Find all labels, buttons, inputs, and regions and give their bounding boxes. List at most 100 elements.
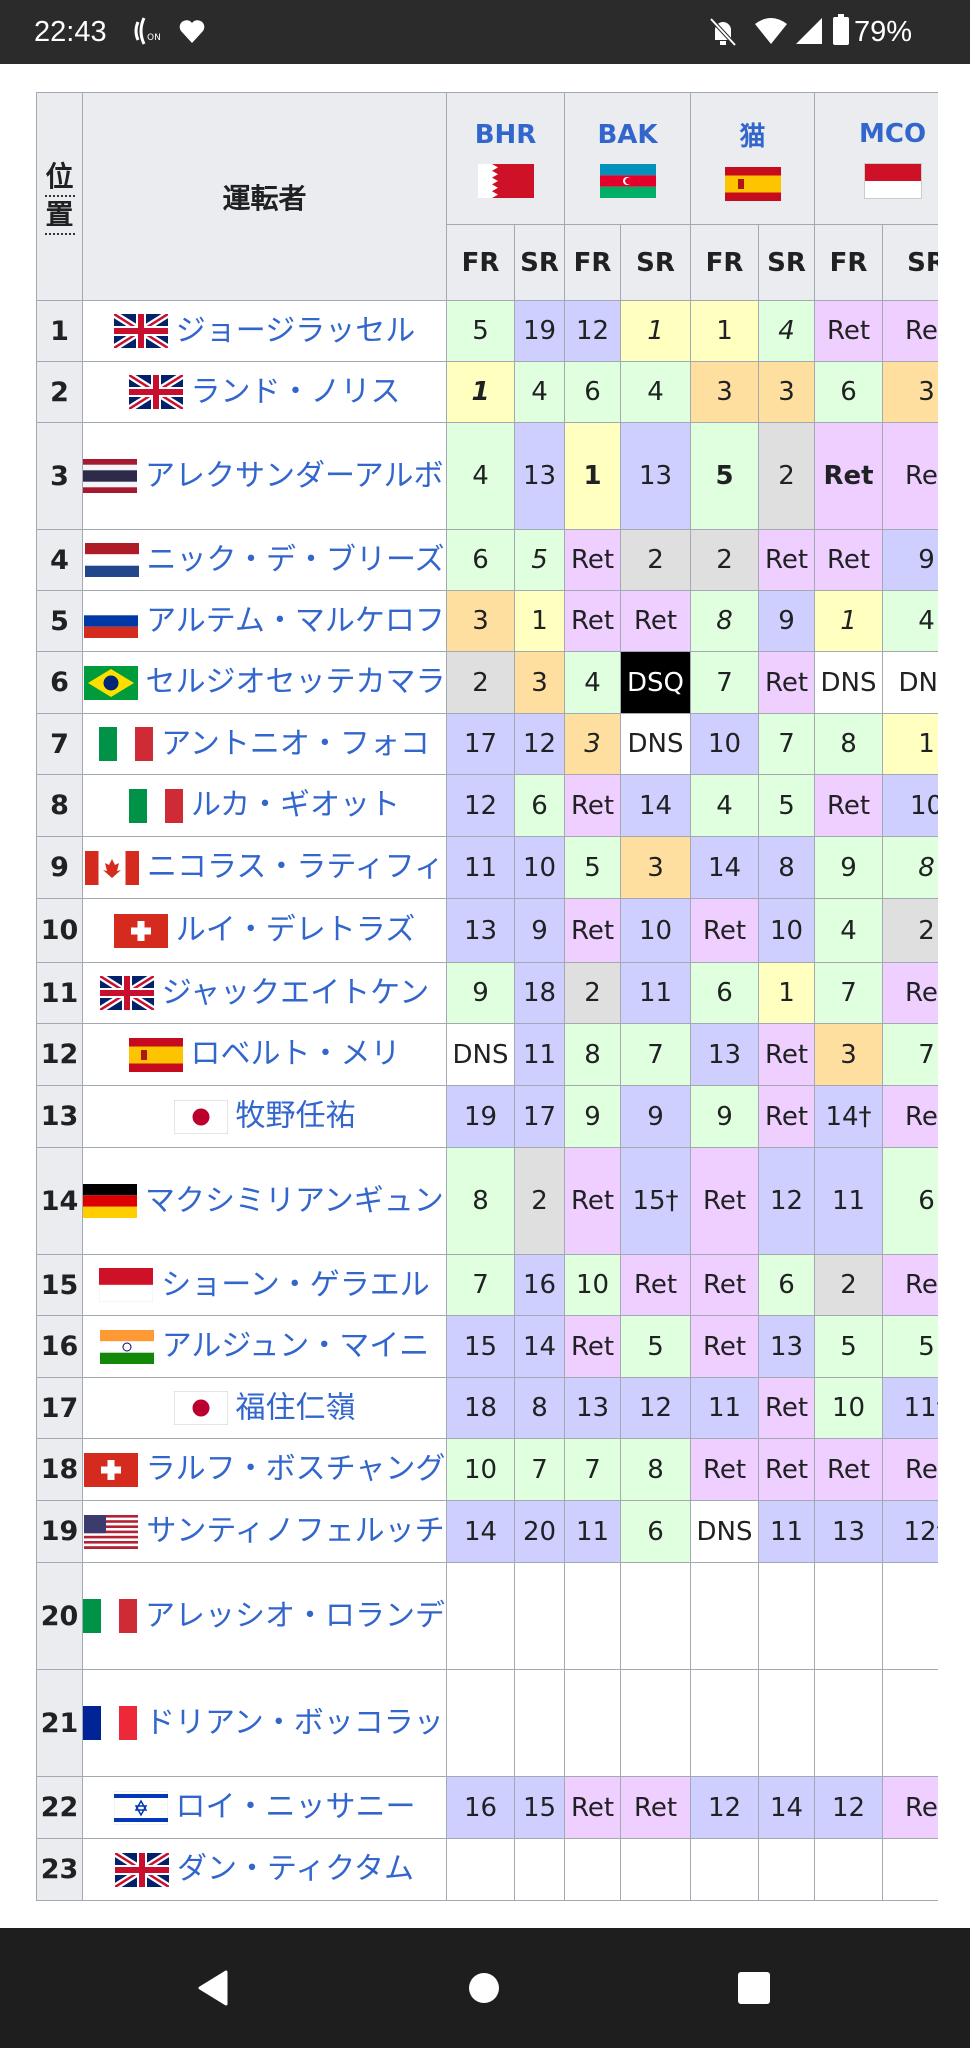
- round-header-spain[interactable]: 猫: [690, 92, 816, 225]
- uk-flag-icon[interactable]: [115, 1852, 169, 1887]
- italy-flag-icon[interactable]: [128, 788, 183, 823]
- result-cell: 9: [758, 590, 816, 652]
- japan-flag-icon[interactable]: [173, 1099, 228, 1134]
- result-cell: 17: [513, 1085, 566, 1148]
- result-cell: Ret: [690, 1315, 760, 1378]
- round-header-bak[interactable]: BAK: [564, 92, 692, 225]
- driver-name-link[interactable]: セルジオセッテカマラ: [146, 665, 446, 700]
- driver-name-link[interactable]: ラルフ・ボスチャング: [146, 1452, 446, 1487]
- switzerland-flag-icon[interactable]: [113, 913, 168, 948]
- result-cell: 2: [882, 898, 938, 963]
- india-flag-icon[interactable]: [99, 1329, 154, 1364]
- driver-name-link[interactable]: サンティノフェルッチ: [146, 1514, 444, 1549]
- uk-flag-icon[interactable]: [113, 314, 168, 349]
- driver-name-link[interactable]: アレクサンダーアルボン: [145, 458, 446, 493]
- driver-cell: アントニオ・フォコ: [82, 713, 447, 775]
- uk-flag-icon[interactable]: [128, 375, 183, 410]
- driver-name-link[interactable]: 福住仁嶺: [236, 1390, 356, 1425]
- driver-name-link[interactable]: ルカ・ギオット: [191, 788, 400, 823]
- result-cell: 8: [882, 836, 938, 899]
- driver-name-link[interactable]: 牧野任祐: [236, 1099, 356, 1134]
- driver-name-link[interactable]: ロベルト・メリ: [191, 1037, 401, 1072]
- italy-flag-icon[interactable]: [99, 727, 154, 762]
- japan-flag-icon[interactable]: [173, 1391, 228, 1426]
- driver-name-link[interactable]: ショーン・ゲラエル: [161, 1267, 430, 1302]
- bahrain-flag-icon[interactable]: [477, 163, 534, 198]
- result-cell: 4: [620, 361, 692, 423]
- brazil-flag-icon[interactable]: [83, 665, 138, 700]
- russia-flag-icon[interactable]: [84, 604, 139, 639]
- sub-header-fr: FR: [690, 224, 760, 301]
- result-cell: 3: [690, 361, 760, 423]
- result-cell: Ret: [690, 1147, 760, 1255]
- round-code[interactable]: BAK: [597, 120, 657, 150]
- driver-name-link[interactable]: ロイ・ニッサニー: [176, 1790, 416, 1825]
- position-cell: 4: [36, 529, 83, 591]
- results-table: 位 置 運転者 BHR BAK 猫 MCO FR SR FR SR FR SR …: [36, 92, 938, 1901]
- results-table-container[interactable]: 位 置 運転者 BHR BAK 猫 MCO FR SR FR SR FR SR …: [36, 92, 938, 1930]
- driver-name-link[interactable]: ドリアン・ボッコラッチ: [145, 1705, 446, 1740]
- round-code[interactable]: BHR: [475, 120, 537, 150]
- driver-name-link[interactable]: ニック・デ・ブリーズ: [147, 542, 445, 577]
- result-cell: 3: [513, 651, 566, 714]
- driver-name-link[interactable]: アントニオ・フォコ: [161, 726, 430, 761]
- italy-flag-icon[interactable]: [83, 1599, 137, 1634]
- result-cell: 4: [758, 300, 816, 362]
- driver-name-link[interactable]: ジャックエイトケン: [162, 975, 430, 1010]
- switzerland-flag-icon[interactable]: [83, 1452, 138, 1487]
- back-icon[interactable]: [188, 1962, 240, 2014]
- france-flag-icon[interactable]: [83, 1706, 137, 1741]
- round-header-bhr[interactable]: BHR: [445, 92, 566, 225]
- position-cell: 2: [36, 361, 83, 423]
- result-cell: [620, 1562, 692, 1670]
- usa-flag-icon[interactable]: [84, 1514, 139, 1549]
- result-cell: 5: [758, 774, 816, 837]
- canada-flag-icon[interactable]: [85, 850, 139, 885]
- indonesia-flag-icon[interactable]: [99, 1268, 154, 1303]
- monaco-flag-icon[interactable]: [863, 162, 922, 199]
- round-header-mco[interactable]: MCO: [814, 92, 938, 225]
- driver-name-link[interactable]: アルジュン・マイニ: [162, 1329, 430, 1364]
- driver-name-link[interactable]: アルテム・マルケロフ: [146, 603, 445, 638]
- position-cell: 3: [36, 422, 83, 530]
- result-cell: 11: [690, 1377, 760, 1439]
- germany-flag-icon[interactable]: [83, 1184, 137, 1219]
- result-cell: Ret: [564, 1776, 622, 1839]
- table-row: 20 アレッシオ・ロランディ: [36, 1562, 938, 1670]
- result-cell: 7: [758, 713, 816, 775]
- result-cell: 3: [814, 1023, 884, 1086]
- driver-name-link[interactable]: マクシミリアンギュンター: [145, 1183, 446, 1218]
- recents-icon[interactable]: [728, 1962, 780, 2014]
- result-cell: 14: [758, 1776, 816, 1839]
- driver-name-link[interactable]: ランド・ノリス: [191, 374, 401, 409]
- result-cell: 14: [513, 1315, 566, 1378]
- result-cell: Ret: [564, 774, 622, 837]
- driver-name-link[interactable]: ジョージラッセル: [176, 313, 415, 348]
- spain-flag-icon[interactable]: [724, 167, 781, 201]
- round-code[interactable]: MCO: [859, 119, 926, 149]
- driver-name-link[interactable]: ダン・ティクタム: [177, 1852, 414, 1887]
- azerbaijan-flag-icon[interactable]: [599, 163, 656, 198]
- spain-flag-icon[interactable]: [128, 1037, 183, 1072]
- driver-name-link[interactable]: ニコラス・ラティフィ: [147, 850, 444, 885]
- israel-flag-icon[interactable]: [113, 1790, 168, 1825]
- driver-name-link[interactable]: ルイ・デレトラズ: [176, 913, 415, 948]
- result-cell: 13: [690, 1023, 760, 1086]
- netherlands-flag-icon[interactable]: [84, 543, 139, 578]
- round-code[interactable]: 猫: [740, 122, 766, 152]
- home-icon[interactable]: [458, 1962, 510, 2014]
- position-header[interactable]: 位 置: [36, 92, 83, 301]
- result-cell: 8: [814, 713, 884, 775]
- driver-name-link[interactable]: アレッシオ・ロランディ: [145, 1598, 446, 1633]
- result-cell: Ret: [758, 1085, 816, 1148]
- driver-cell: アルジュン・マイニ: [82, 1315, 447, 1378]
- result-cell: 14: [446, 1500, 515, 1563]
- uk-flag-icon[interactable]: [99, 976, 154, 1011]
- result-cell: 9: [814, 836, 884, 899]
- thailand-flag-icon[interactable]: [83, 459, 137, 494]
- result-cell: Ret: [814, 1438, 884, 1501]
- position-cell: 11: [36, 962, 83, 1024]
- table-row: 6セルジオセッテカマラ234DSQ7RetDNSDNS: [36, 651, 938, 714]
- result-cell: 4: [882, 590, 938, 652]
- result-cell: 11: [620, 962, 692, 1024]
